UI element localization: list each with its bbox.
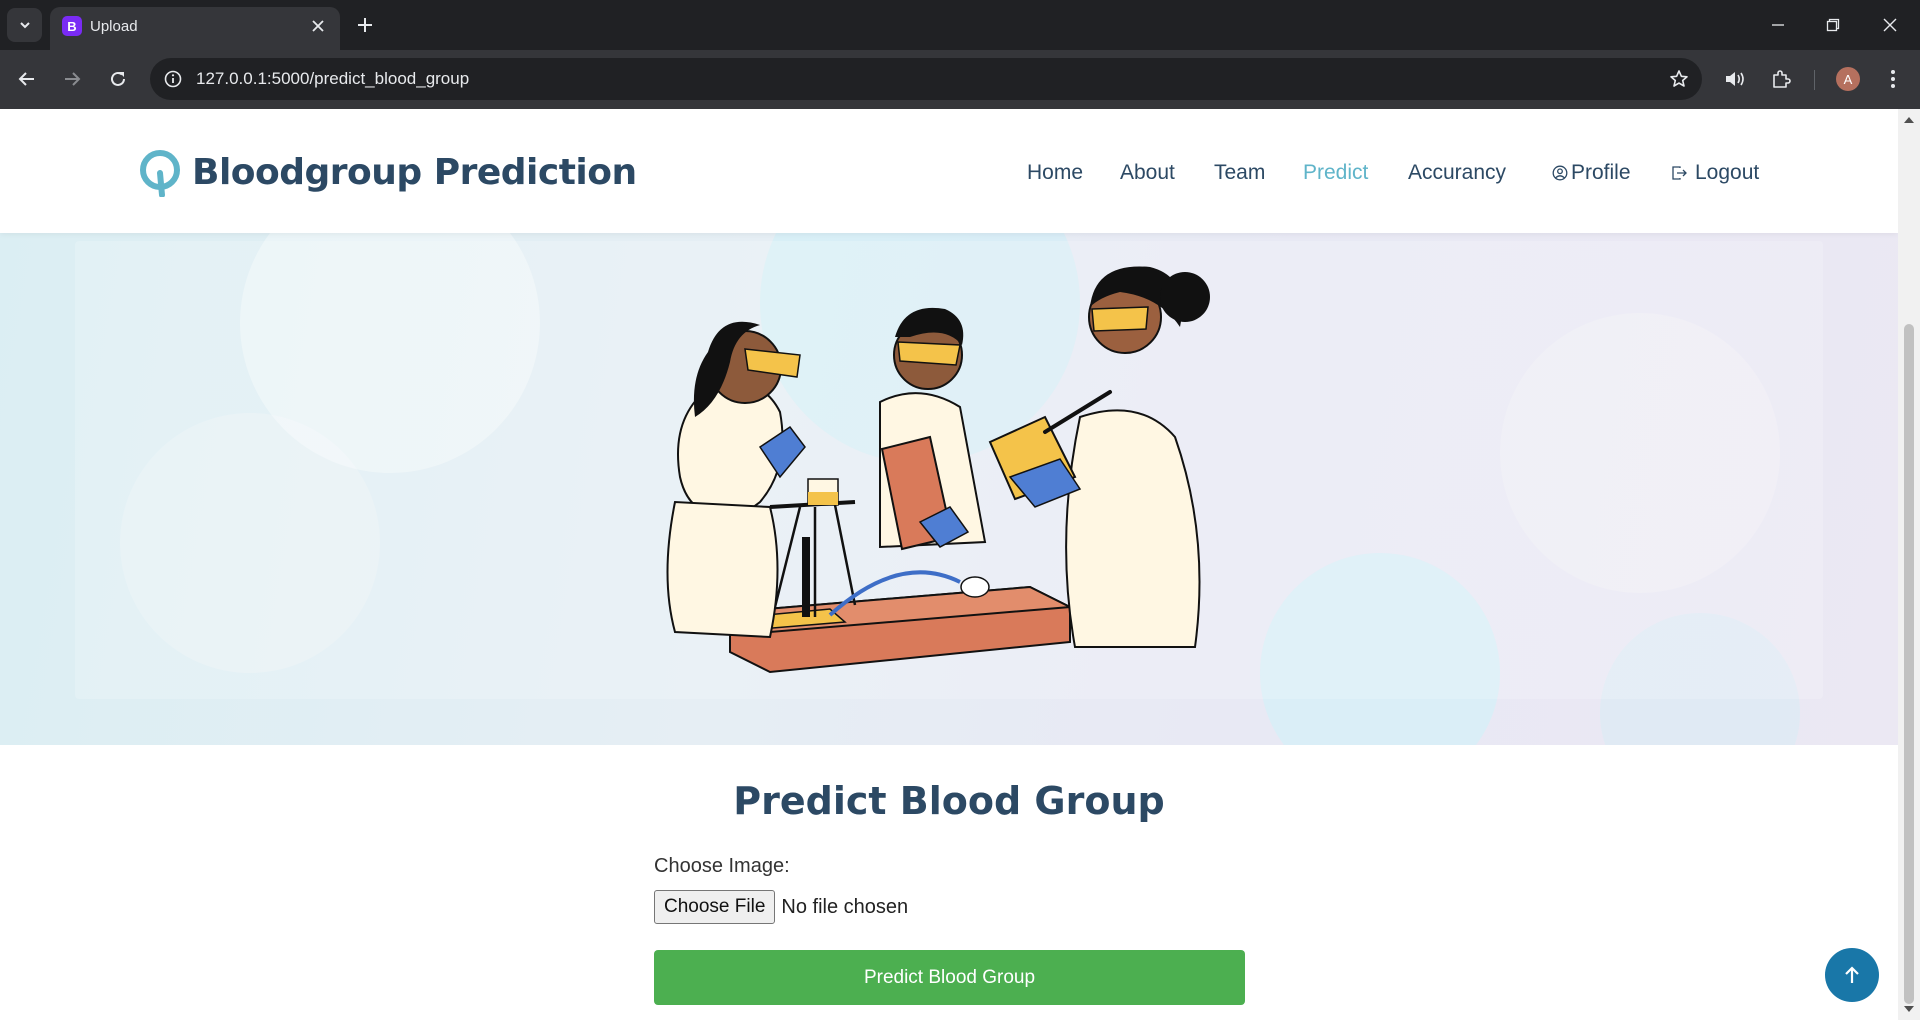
arrow-up-icon xyxy=(1845,966,1859,983)
browser-menu-button[interactable] xyxy=(1878,64,1908,94)
info-icon xyxy=(164,70,182,88)
bookmark-button[interactable] xyxy=(1666,66,1692,92)
arrow-left-icon xyxy=(18,72,34,86)
scroll-down-arrow-icon[interactable] xyxy=(1904,1006,1914,1012)
extensions-button[interactable] xyxy=(1766,64,1796,94)
file-input[interactable]: Choose File No file chosen xyxy=(654,890,908,924)
nav-profile-label: Profile xyxy=(1571,161,1631,184)
nav-predict[interactable]: Predict xyxy=(1303,161,1368,185)
puzzle-icon xyxy=(1773,70,1791,88)
kebab-menu-icon xyxy=(1891,70,1895,88)
page-title: Predict Blood Group xyxy=(733,779,1165,823)
reload-button[interactable] xyxy=(103,64,133,94)
close-icon xyxy=(1883,18,1897,32)
nav-home[interactable]: Home xyxy=(1027,161,1083,185)
forward-button[interactable] xyxy=(57,64,87,94)
close-tab-button[interactable] xyxy=(308,15,328,37)
browser-toolbar: 127.0.0.1:5000/predict_blood_group A xyxy=(0,50,1920,109)
nav-logout[interactable]: Logout xyxy=(1671,161,1759,185)
nav-profile[interactable]: Profile xyxy=(1552,161,1631,185)
toolbar-divider xyxy=(1814,70,1815,90)
close-window-button[interactable] xyxy=(1872,10,1908,40)
browser-tab-bar: B Upload xyxy=(0,0,1920,50)
media-control-button[interactable] xyxy=(1720,64,1750,94)
profile-avatar[interactable]: A xyxy=(1836,67,1860,91)
close-icon xyxy=(312,20,324,32)
chevron-down-icon xyxy=(19,22,30,29)
browser-tab[interactable]: B Upload xyxy=(50,7,340,50)
hero-section xyxy=(0,233,1898,745)
page-scrollbar[interactable] xyxy=(1898,109,1920,1020)
tab-search-button[interactable] xyxy=(7,8,42,42)
file-status-text: No file chosen xyxy=(781,895,909,918)
scientists-illustration xyxy=(666,266,1210,674)
tab-title: Upload xyxy=(90,18,138,35)
scroll-thumb[interactable] xyxy=(1904,324,1914,1004)
predict-form-section: Predict Blood Group Choose Image: Choose… xyxy=(0,745,1898,1020)
address-bar[interactable]: 127.0.0.1:5000/predict_blood_group xyxy=(150,58,1702,100)
predict-submit-button[interactable]: Predict Blood Group xyxy=(654,950,1245,1005)
back-to-top-button[interactable] xyxy=(1825,948,1879,1002)
main-nav: Home About Team Predict Accurancy Profil… xyxy=(0,161,1898,191)
restore-button[interactable] xyxy=(1815,10,1851,40)
nav-logout-label: Logout xyxy=(1695,161,1760,184)
page-viewport: Bloodgroup Prediction Home About Team Pr… xyxy=(0,109,1898,1020)
site-info-button[interactable] xyxy=(160,66,186,92)
reload-icon xyxy=(111,71,125,86)
choose-image-label: Choose Image: xyxy=(654,855,790,877)
minimize-icon xyxy=(1772,24,1784,26)
bootstrap-favicon-icon: B xyxy=(62,16,82,36)
nav-team[interactable]: Team xyxy=(1214,161,1265,185)
scroll-up-arrow-icon[interactable] xyxy=(1904,117,1914,123)
restore-icon xyxy=(1826,18,1840,32)
plus-icon xyxy=(358,18,372,32)
speaker-icon xyxy=(1726,72,1744,86)
minimize-button[interactable] xyxy=(1760,10,1796,40)
site-header: Bloodgroup Prediction Home About Team Pr… xyxy=(0,109,1898,233)
logout-icon xyxy=(1672,166,1687,180)
back-button[interactable] xyxy=(12,64,42,94)
nav-accurancy[interactable]: Accurancy xyxy=(1408,161,1506,185)
url-text: 127.0.0.1:5000/predict_blood_group xyxy=(196,69,470,88)
new-tab-button[interactable] xyxy=(352,12,378,38)
person-circle-icon xyxy=(1552,165,1568,181)
choose-file-button[interactable]: Choose File xyxy=(654,890,776,924)
star-icon xyxy=(1670,70,1688,87)
arrow-right-icon xyxy=(65,72,81,86)
nav-about[interactable]: About xyxy=(1120,161,1175,185)
